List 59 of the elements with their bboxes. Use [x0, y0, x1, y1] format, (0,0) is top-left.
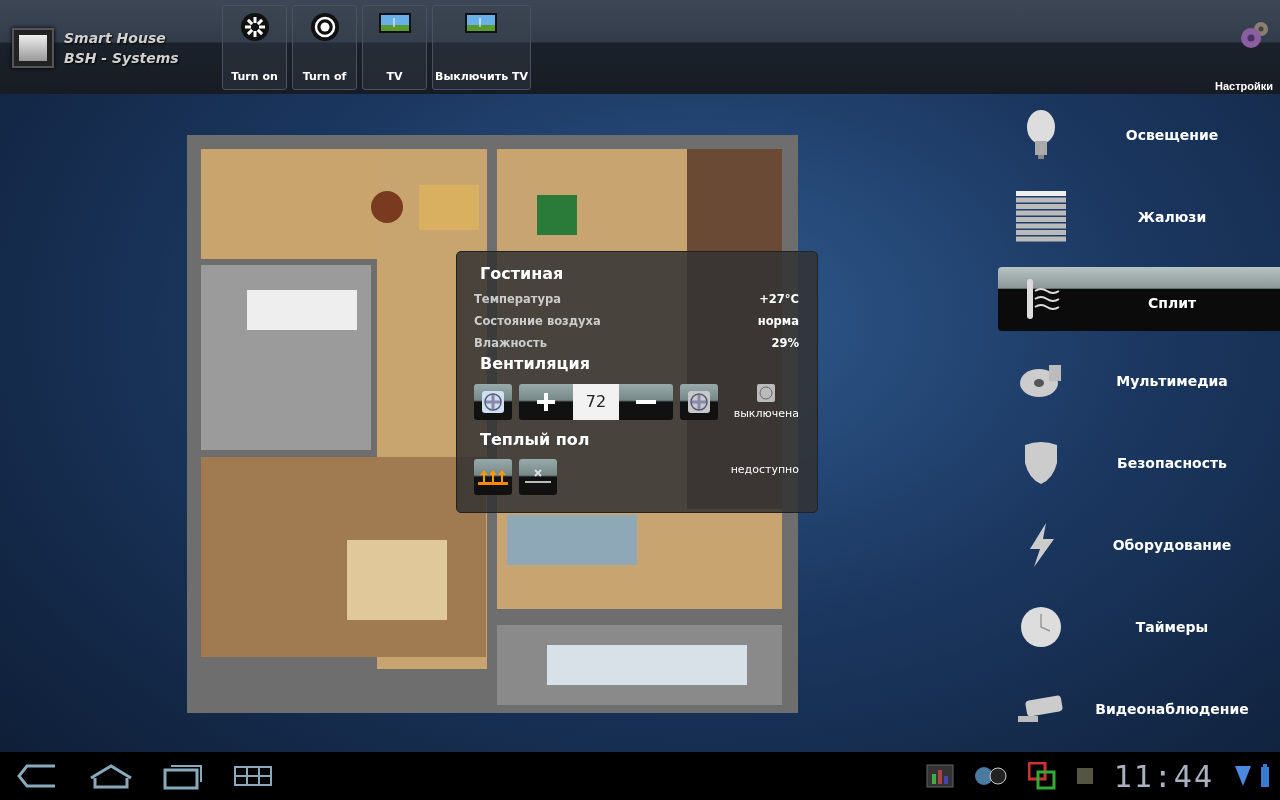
globe-clock-icon[interactable] — [973, 764, 1008, 788]
menu-item[interactable]: Безопасность — [998, 422, 1280, 504]
wifi-icon — [1234, 764, 1252, 786]
section-title: Теплый пол — [480, 430, 591, 451]
cross-icon — [525, 469, 551, 485]
reading-value: 29% — [771, 336, 799, 350]
menu-item[interactable]: Освещение — [998, 94, 1280, 176]
tv-icon — [464, 12, 499, 34]
status-text: выключена — [733, 407, 799, 420]
fan-icon — [756, 383, 777, 403]
minus-button[interactable] — [619, 383, 673, 420]
logo-text: BSH - Systems — [64, 49, 179, 68]
chart-icon[interactable] — [925, 764, 954, 788]
room-title: Гостиная — [480, 264, 565, 285]
heat-on-button[interactable] — [474, 459, 512, 495]
tv-icon — [377, 12, 412, 34]
fan-button[interactable] — [474, 383, 512, 420]
section-title: Вентиляция — [480, 354, 591, 375]
reading-label: Состояние воздуха — [474, 314, 601, 328]
fan-icon — [480, 388, 506, 415]
reading-label: Влажность — [474, 336, 547, 350]
reading-label: Температура — [474, 292, 561, 306]
power-icon — [309, 12, 340, 42]
menu-item[interactable]: Мультимедиа — [998, 340, 1280, 422]
action-button[interactable]: Turn on — [222, 5, 287, 90]
menu-item[interactable]: Таймеры — [998, 586, 1280, 668]
sun-icon — [239, 12, 270, 42]
action-button[interactable]: Turn of — [292, 5, 357, 90]
menu-item[interactable]: Видеонаблюдение — [998, 668, 1280, 750]
plus-icon — [537, 392, 555, 411]
minus-icon — [636, 399, 656, 404]
grid-icon[interactable] — [233, 764, 273, 788]
logo-text: Smart House — [64, 29, 167, 48]
action-button[interactable]: Выключить TV — [432, 5, 531, 90]
logo-icon — [12, 28, 54, 68]
status-text: недоступно — [730, 463, 799, 476]
bulb-icon — [1025, 109, 1057, 161]
reading-value: +27°C — [759, 292, 799, 306]
battery-icon — [1260, 764, 1270, 788]
plus-button[interactable] — [519, 383, 573, 420]
blinds-icon — [1016, 191, 1066, 243]
fan-speed-value: 72 — [573, 383, 619, 420]
squares-icon[interactable] — [1027, 762, 1056, 790]
clock: 11:44 — [1113, 758, 1214, 794]
heating-arrows-icon — [478, 468, 508, 486]
disc-icon — [1019, 363, 1063, 399]
shield-icon — [1023, 441, 1059, 485]
fan-button[interactable] — [680, 383, 718, 420]
settings-button[interactable]: Настройки — [1214, 80, 1273, 92]
menu-item[interactable]: Сплит — [998, 267, 1280, 331]
clock-icon — [1020, 606, 1062, 648]
home-icon[interactable] — [89, 762, 133, 790]
recent-apps-icon[interactable] — [163, 762, 203, 790]
heat-off-button[interactable] — [519, 459, 557, 495]
fan-icon — [686, 388, 712, 415]
action-button[interactable]: TV — [362, 5, 427, 90]
menu-item[interactable]: Жалюзи — [998, 176, 1280, 258]
menu-item[interactable]: Оборудование — [998, 504, 1280, 586]
reading-value: норма — [757, 314, 799, 328]
